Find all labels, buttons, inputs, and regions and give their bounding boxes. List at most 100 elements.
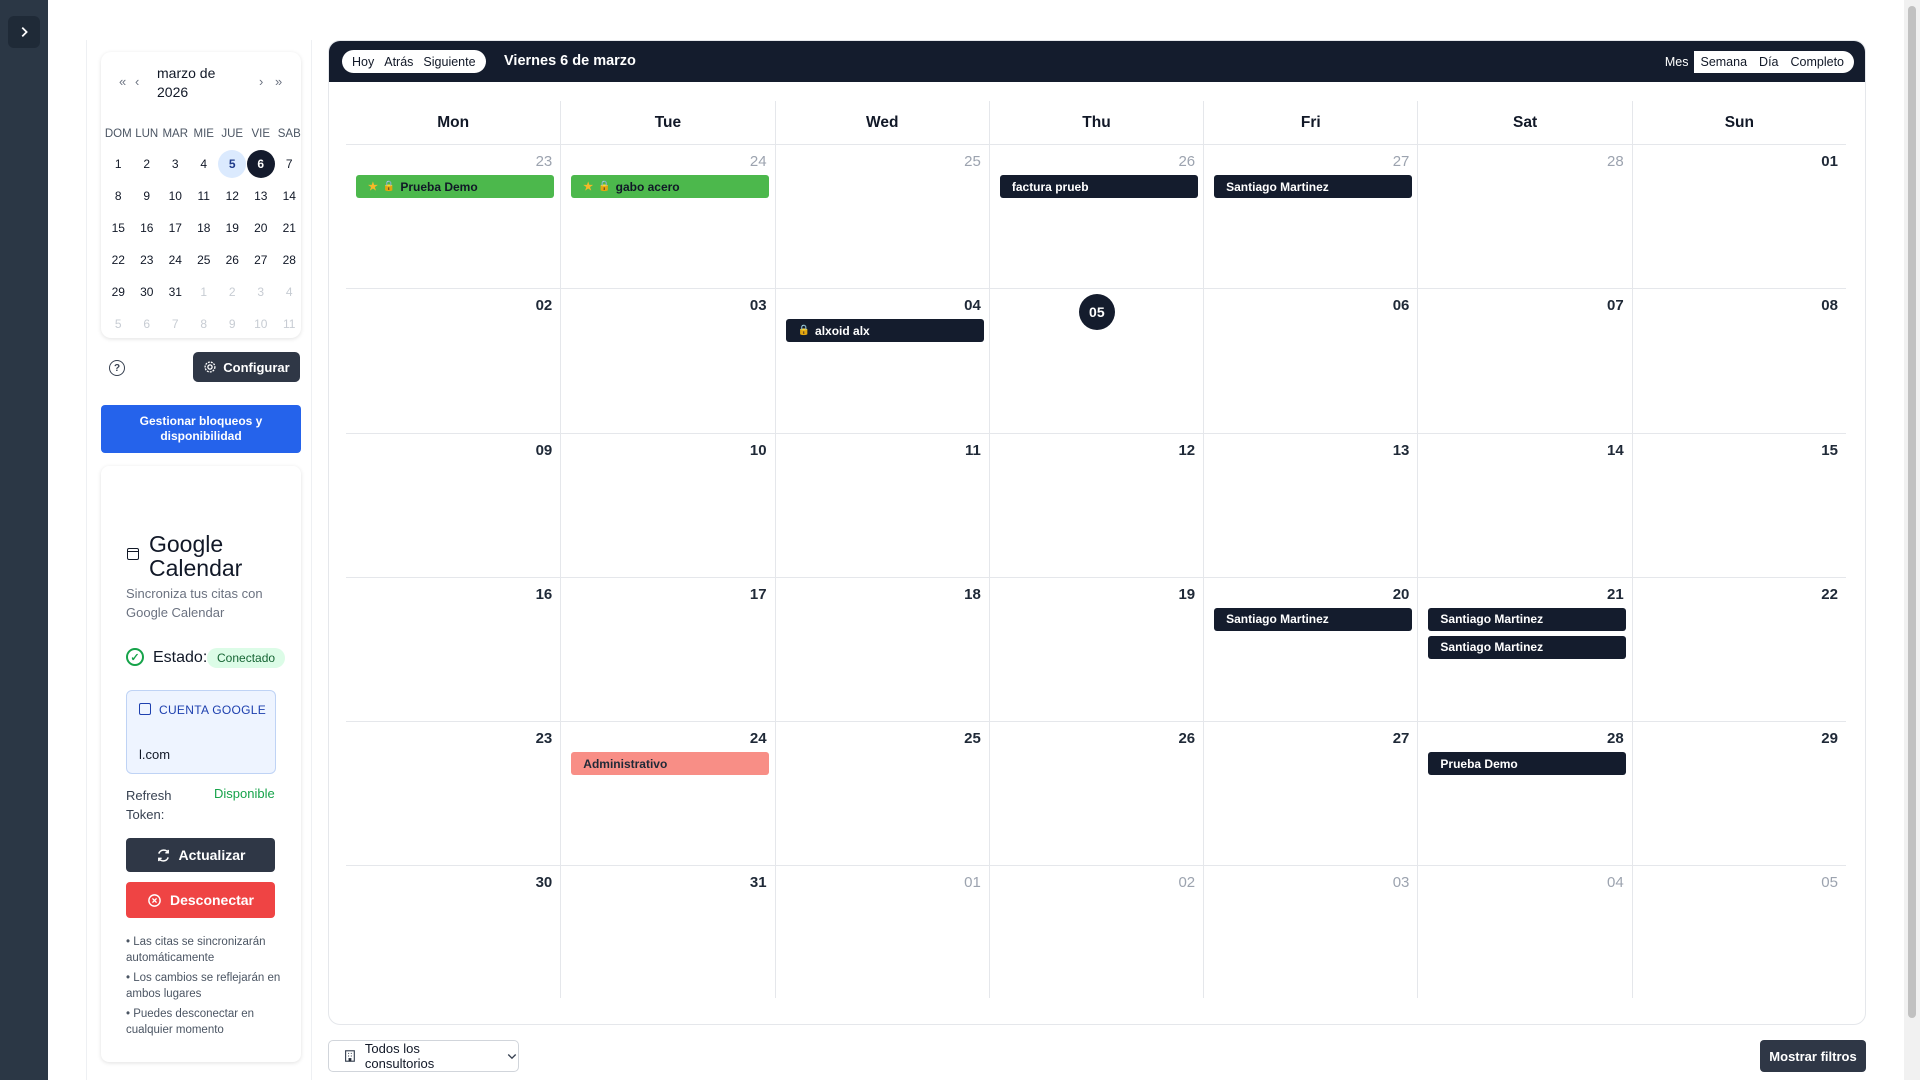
date-number[interactable]: 21: [1607, 586, 1624, 603]
day-cell[interactable]: 17: [560, 577, 774, 722]
mini-calendar-day[interactable]: 14: [275, 180, 304, 212]
day-cell[interactable]: 26 factura prueb: [988, 145, 1203, 289]
day-cell[interactable]: 28: [1417, 145, 1631, 289]
date-number[interactable]: 24: [750, 730, 767, 747]
calendar-event[interactable]: ★ 🔒 Prueba Demo: [356, 175, 554, 198]
day-cell[interactable]: 06: [1203, 289, 1417, 433]
mini-calendar-day[interactable]: 7: [161, 308, 190, 340]
date-number[interactable]: 18: [964, 586, 981, 603]
mini-calendar-day[interactable]: 2: [133, 148, 162, 180]
configure-button[interactable]: Configurar: [193, 352, 300, 382]
calendar-event[interactable]: factura prueb: [999, 175, 1198, 198]
back-button[interactable]: Atrás: [380, 55, 417, 69]
day-cell[interactable]: 24 Administrativo: [560, 722, 774, 866]
date-number[interactable]: 07: [1607, 297, 1624, 314]
mini-calendar-day[interactable]: 10: [247, 308, 276, 340]
date-number[interactable]: 12: [1178, 442, 1195, 459]
day-cell[interactable]: 16: [346, 578, 560, 721]
date-number[interactable]: 02: [536, 297, 553, 314]
offices-dropdown[interactable]: Todos los consultorios: [328, 1040, 519, 1072]
mini-calendar-day[interactable]: 4: [275, 276, 304, 308]
mini-calendar-day[interactable]: 7: [275, 148, 304, 180]
mini-calendar-day[interactable]: 3: [161, 148, 190, 180]
day-cell[interactable]: 11: [774, 433, 989, 577]
date-number[interactable]: 29: [1821, 730, 1838, 747]
date-number[interactable]: 03: [1393, 874, 1410, 891]
disconnect-button[interactable]: Desconectar: [126, 882, 275, 918]
today-button[interactable]: Hoy: [348, 55, 378, 69]
mini-calendar-day[interactable]: 13: [247, 180, 276, 212]
view-month-button[interactable]: Mes: [1658, 50, 1695, 73]
day-cell[interactable]: 19: [988, 577, 1203, 722]
day-cell[interactable]: 24 ★ 🔒 gabo acero: [560, 145, 774, 289]
day-cell[interactable]: 10: [560, 433, 774, 577]
mini-calendar-day[interactable]: 20: [247, 212, 276, 244]
mini-calendar-day[interactable]: 18: [190, 212, 219, 244]
date-number[interactable]: 06: [1393, 297, 1410, 314]
day-cell[interactable]: 02: [988, 866, 1203, 999]
mini-calendar-day[interactable]: 9: [218, 308, 247, 340]
date-number[interactable]: 27: [1393, 153, 1410, 170]
prev-year-button[interactable]: «: [119, 74, 126, 89]
date-number[interactable]: 02: [1178, 874, 1195, 891]
day-cell[interactable]: 02: [346, 289, 560, 432]
date-number[interactable]: 19: [1178, 586, 1195, 603]
date-number[interactable]: 31: [750, 874, 767, 891]
day-cell[interactable]: 05: [988, 289, 1203, 433]
calendar-event[interactable]: ★ 🔒 gabo acero: [571, 175, 770, 198]
date-number[interactable]: 27: [1393, 730, 1410, 747]
date-number[interactable]: 23: [536, 730, 553, 747]
mini-calendar-day[interactable]: 3: [247, 276, 276, 308]
next-year-button[interactable]: »: [275, 74, 282, 89]
date-number[interactable]: 26: [1178, 730, 1195, 747]
mini-calendar-day[interactable]: 12: [218, 180, 247, 212]
mini-calendar-day[interactable]: 22: [104, 244, 133, 276]
day-cell[interactable]: 21 Santiago Martinez Santiago Martinez: [1417, 577, 1631, 722]
day-cell[interactable]: 30: [346, 866, 560, 998]
mini-calendar-day[interactable]: 28: [275, 244, 304, 276]
calendar-event[interactable]: Administrativo: [571, 752, 770, 776]
date-number[interactable]: 04: [964, 297, 981, 314]
next-month-button[interactable]: ›: [259, 74, 263, 89]
manage-availability-button[interactable]: Gestionar bloqueos y disponibilidad: [101, 405, 301, 453]
date-number[interactable]: 15: [1821, 442, 1838, 459]
day-cell[interactable]: 03: [1203, 866, 1417, 999]
day-cell[interactable]: 05: [1631, 866, 1846, 999]
scrollbar-thumb[interactable]: [1908, 6, 1916, 1018]
day-cell[interactable]: 31: [560, 866, 774, 999]
mini-calendar-day[interactable]: 10: [161, 180, 190, 212]
mini-calendar-day[interactable]: 19: [218, 212, 247, 244]
day-cell[interactable]: 23 ★ 🔒 Prueba Demo: [346, 145, 560, 288]
date-number[interactable]: 04: [1607, 874, 1624, 891]
date-number[interactable]: 24: [750, 153, 767, 170]
mini-calendar-day[interactable]: 29: [104, 276, 133, 308]
day-cell[interactable]: 07: [1417, 289, 1631, 433]
date-number[interactable]: 25: [964, 153, 981, 170]
day-cell[interactable]: 25: [774, 145, 989, 289]
date-number[interactable]: 10: [750, 442, 767, 459]
help-icon[interactable]: ?: [109, 360, 125, 376]
view-week-button[interactable]: Semana: [1694, 50, 1754, 73]
calendar-event[interactable]: Santiago Martinez: [1428, 635, 1627, 659]
date-number[interactable]: 03: [750, 297, 767, 314]
mini-calendar-day[interactable]: 8: [104, 180, 133, 212]
mini-calendar-day[interactable]: 8: [190, 308, 219, 340]
day-cell[interactable]: 12: [988, 433, 1203, 577]
mini-calendar-day[interactable]: 27: [247, 244, 276, 276]
day-cell[interactable]: 20 Santiago Martinez: [1203, 577, 1417, 722]
day-cell[interactable]: 28 Prueba Demo: [1417, 722, 1631, 866]
mini-calendar-day[interactable]: 17: [161, 212, 190, 244]
date-number[interactable]: 05: [1821, 874, 1838, 891]
date-number[interactable]: 14: [1607, 442, 1624, 459]
mini-calendar-day[interactable]: 24: [161, 244, 190, 276]
day-cell[interactable]: 08: [1631, 289, 1846, 433]
today-date-number[interactable]: 05: [1078, 294, 1115, 331]
mini-calendar-day[interactable]: 5: [218, 148, 247, 180]
mini-calendar-day[interactable]: 1: [190, 276, 219, 308]
calendar-event[interactable]: Prueba Demo: [1428, 752, 1627, 776]
day-cell[interactable]: 23: [346, 722, 560, 865]
day-cell[interactable]: 27: [1203, 722, 1417, 866]
day-cell[interactable]: 25: [774, 722, 989, 866]
day-cell[interactable]: 04 🔒 alxoid alx: [774, 289, 989, 433]
day-cell[interactable]: 18: [774, 577, 989, 722]
